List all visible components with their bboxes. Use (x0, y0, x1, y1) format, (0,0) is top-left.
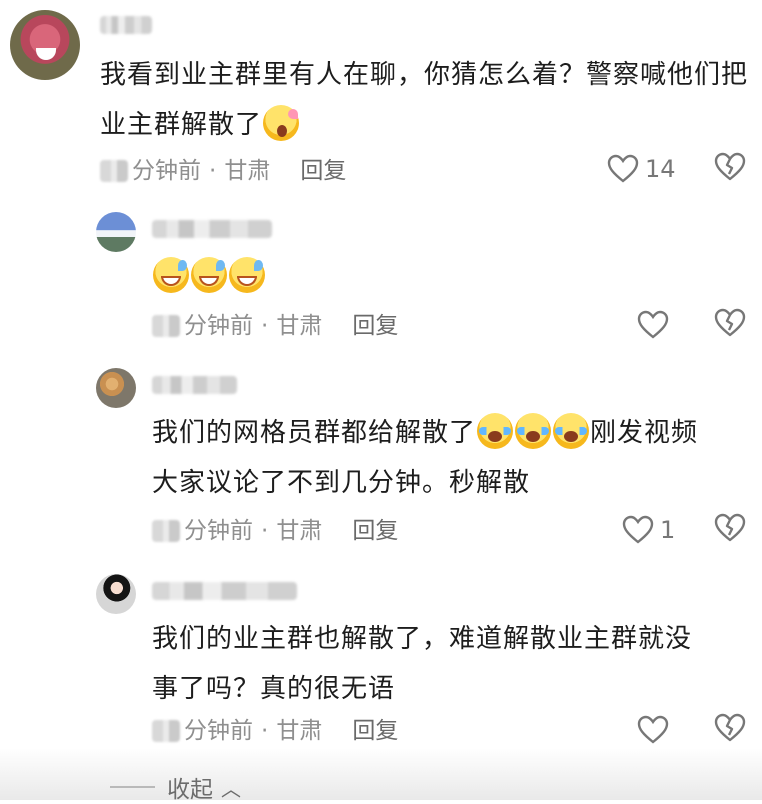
reply-button[interactable]: 回复 (352, 311, 398, 341)
laugh-emoji-icon (229, 257, 265, 293)
time-label: 分钟前 (184, 718, 253, 744)
dislike-button[interactable] (714, 152, 748, 186)
collapse-label: 收起 (167, 777, 213, 803)
username-blurred[interactable] (152, 220, 272, 238)
collapse-button[interactable]: 收起 ︿ (110, 770, 241, 804)
reply-button[interactable]: 回复 (352, 716, 398, 746)
like-button[interactable] (637, 713, 669, 747)
comment-text-content: 我看到业主群里有人在聊，你猜怎么着？警察喊他们把业主群解散了 (100, 60, 749, 140)
time-blurred (100, 160, 128, 182)
reply-button[interactable]: 回复 (352, 516, 398, 546)
chevron-up-icon: ︿ (221, 776, 241, 801)
reply-button[interactable]: 回复 (300, 156, 346, 186)
location-label: 甘肃 (276, 313, 323, 339)
comment-text: 我看到业主群里有人在聊，你猜怎么着？警察喊他们把业主群解散了 (100, 50, 750, 150)
like-button[interactable]: 1 (622, 513, 675, 547)
broken-heart-icon (714, 513, 746, 542)
broken-heart-icon (714, 152, 746, 181)
heart-icon (607, 154, 639, 183)
like-button[interactable]: 14 (607, 152, 676, 186)
location-label: 甘肃 (276, 518, 323, 544)
comment-meta: 分钟前 · 甘肃 回复 (152, 311, 398, 341)
comment-text-line: 我们的业主群也解散了，难道解散业主群就没 (152, 624, 693, 654)
comment-text-line: 大家议论了不到几分钟。秒解散 (152, 468, 531, 498)
comment-text-line: 我们的网格员群都给解散了 (152, 418, 477, 448)
time-blurred (152, 520, 180, 542)
avatar[interactable] (96, 212, 136, 252)
separator: · (261, 313, 269, 339)
comment-meta: 分钟前 · 甘肃 回复 (152, 516, 398, 546)
dislike-button[interactable] (714, 513, 748, 547)
separator: · (209, 158, 217, 184)
location-label: 甘肃 (276, 718, 323, 744)
dislike-button[interactable] (714, 713, 748, 747)
separator: · (261, 518, 269, 544)
laugh-emoji-icon (153, 257, 189, 293)
cry-emoji-icon (553, 413, 590, 449)
comment-text (152, 252, 266, 302)
avatar[interactable] (96, 574, 136, 614)
comment-meta: 分钟前 · 甘肃 回复 (152, 716, 398, 746)
time-blurred (152, 315, 180, 337)
time-label: 分钟前 (184, 313, 253, 339)
heart-icon (622, 515, 654, 544)
like-button[interactable] (637, 308, 669, 342)
username-blurred[interactable] (100, 16, 152, 34)
comment-text: 我们的网格员群都给解散了 刚发视频 大家议论了不到几分钟。秒解散 (152, 408, 752, 508)
laugh-emoji-icon (191, 257, 227, 293)
dislike-button[interactable] (714, 308, 748, 342)
heart-icon (637, 715, 669, 744)
like-count: 14 (645, 155, 676, 183)
like-count: 1 (660, 516, 676, 544)
separator: · (261, 718, 269, 744)
time-label: 分钟前 (132, 158, 201, 184)
comment-meta: 分钟前 · 甘肃 回复 (100, 156, 346, 186)
comment-text: 我们的业主群也解散了，难道解散业主群就没 事了吗？真的很无语 (152, 614, 752, 714)
broken-heart-icon (714, 308, 746, 337)
cry-emoji-icon (477, 413, 514, 449)
heart-icon (637, 310, 669, 339)
avatar[interactable] (10, 10, 80, 80)
comment-text-line: 刚发视频 (590, 418, 699, 448)
cry-emoji-icon (515, 413, 552, 449)
broken-heart-icon (714, 713, 746, 742)
username-blurred[interactable] (152, 376, 237, 394)
time-label: 分钟前 (184, 518, 253, 544)
comment-text-line: 事了吗？真的很无语 (152, 674, 396, 704)
shock-emoji-icon (263, 105, 300, 141)
collapse-line (110, 786, 155, 788)
avatar[interactable] (96, 368, 136, 408)
location-label: 甘肃 (224, 158, 271, 184)
username-blurred[interactable] (152, 582, 297, 600)
time-blurred (152, 720, 180, 742)
